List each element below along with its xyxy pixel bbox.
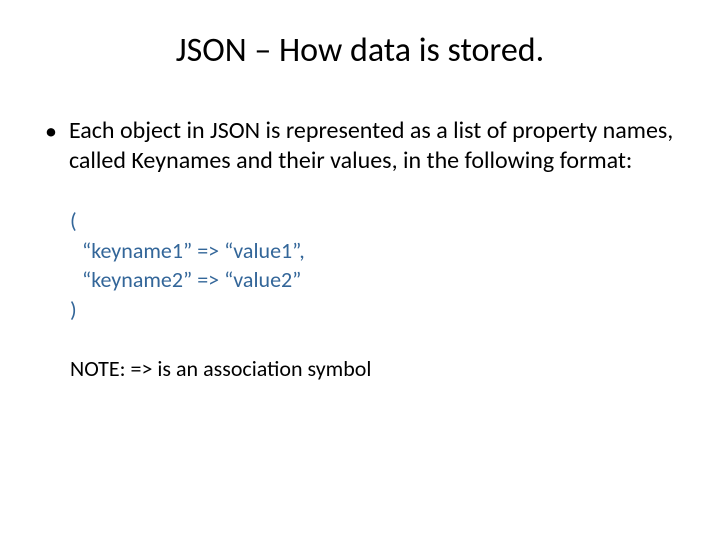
code-line-kv1: “keyname1” => “value1”, bbox=[70, 236, 680, 266]
code-line-kv2: “keyname2” => “value2” bbox=[70, 265, 680, 295]
code-line-open: ( bbox=[70, 206, 680, 236]
bullet-text: Each object in JSON is represented as a … bbox=[69, 116, 680, 176]
slide-title: JSON – How data is stored. bbox=[40, 30, 680, 71]
code-line-close: ) bbox=[70, 295, 680, 325]
bullet-marker: • bbox=[45, 116, 57, 147]
note-text: NOTE: => is an association symbol bbox=[40, 355, 680, 382]
code-block: ( “keyname1” => “value1”, “keyname2” => … bbox=[40, 206, 680, 325]
bullet-item: • Each object in JSON is represented as … bbox=[40, 116, 680, 176]
